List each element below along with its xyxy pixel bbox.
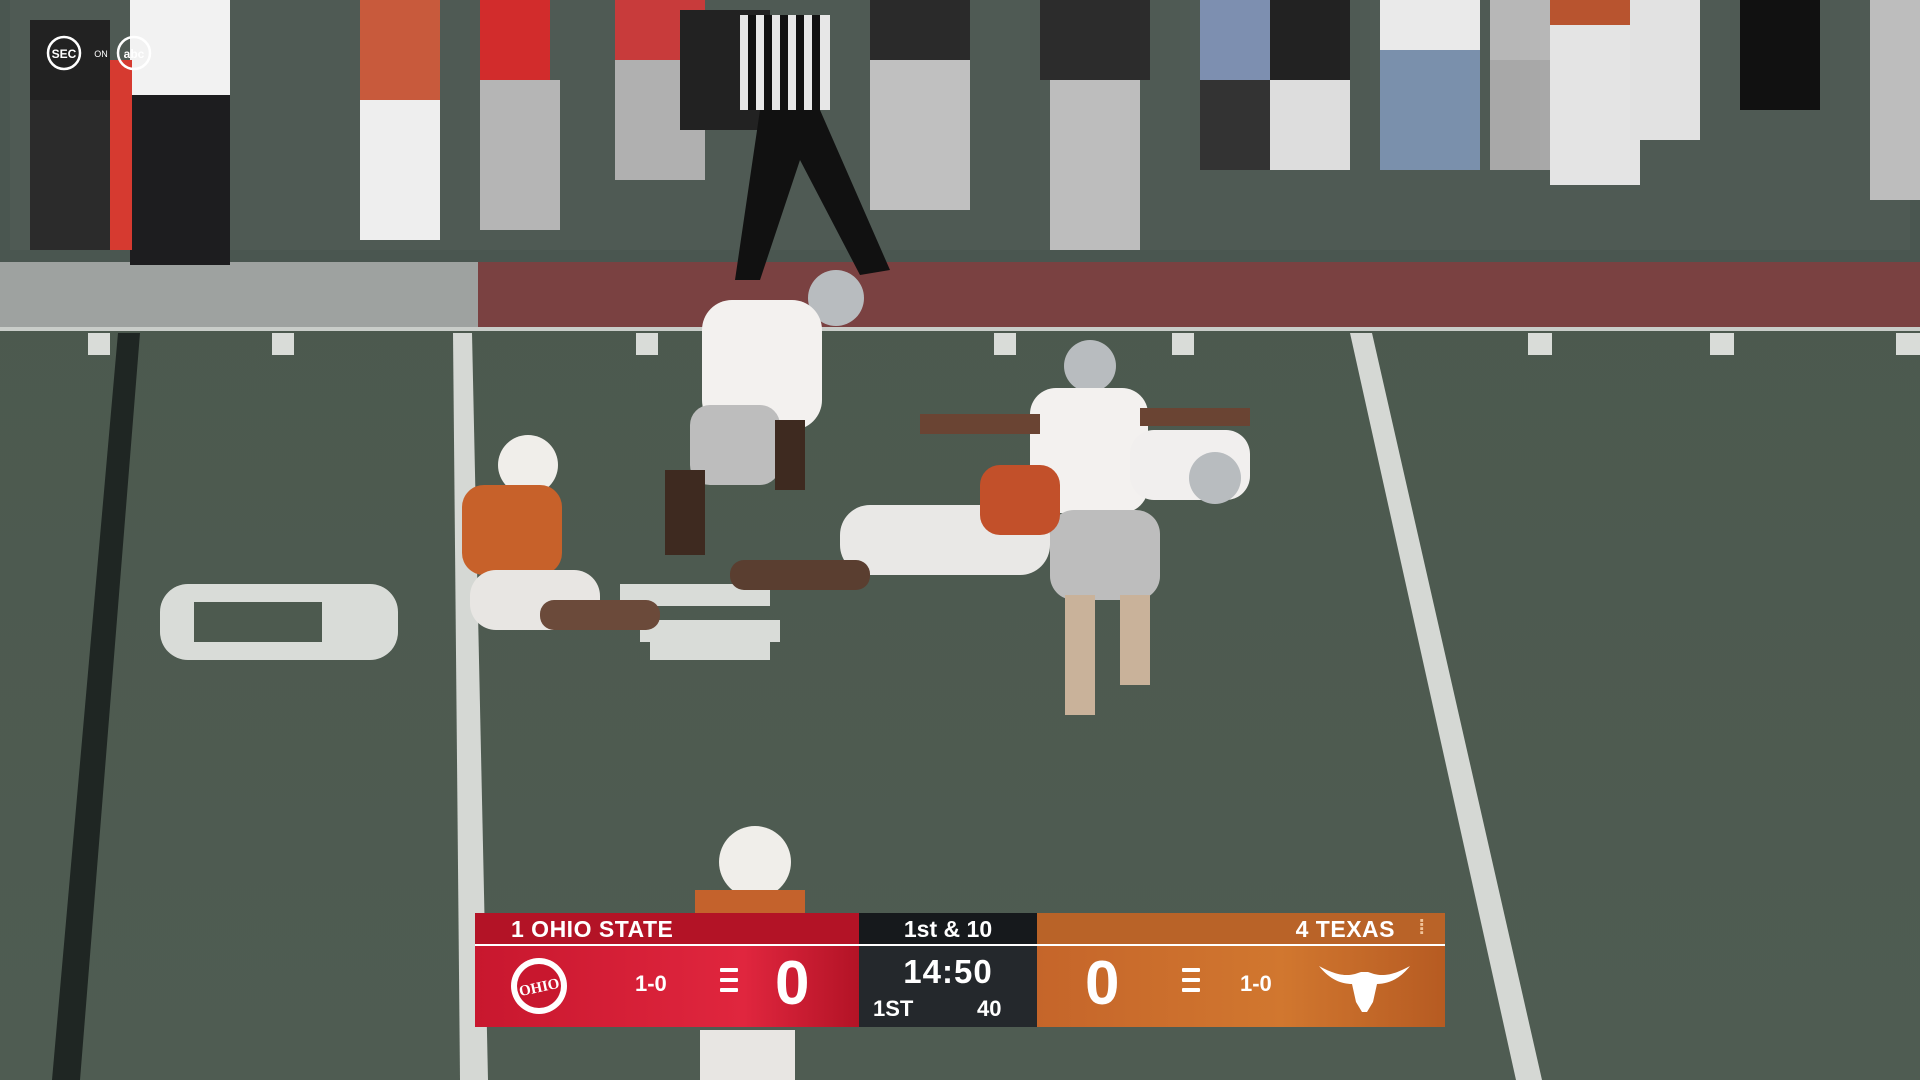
sec-logo-icon: SEC ON abc	[46, 35, 152, 71]
sideline-crowd	[10, 0, 1920, 280]
away-team-name: 4 TEXAS	[1295, 916, 1395, 942]
svg-text:SEC: SEC	[52, 47, 77, 61]
away-timeouts	[1182, 968, 1200, 998]
home-score: 0	[775, 949, 810, 1018]
quarter: 1ST	[873, 996, 914, 1021]
longhorn-logo-icon	[1319, 966, 1410, 1012]
away-record: 1-0	[1240, 971, 1272, 996]
home-team-name: 1 OHIO STATE	[511, 916, 674, 942]
svg-text:abc: abc	[124, 47, 145, 61]
home-record: 1-0	[635, 971, 667, 996]
home-timeouts	[720, 968, 738, 998]
svg-text:ON: ON	[94, 49, 108, 59]
sideline-maroon-strip	[478, 262, 1920, 328]
away-score: 0	[1085, 949, 1120, 1018]
game-clock: 14:50	[903, 953, 993, 990]
dots-icon: ⁞	[1418, 917, 1425, 939]
play-clock: 40	[977, 996, 1002, 1021]
scorebug: 1 OHIO STATE 1st & 10 4 TEXAS ⁞ OHIO 1-0…	[475, 913, 1445, 1029]
down-and-distance: 1st & 10	[903, 916, 993, 942]
ohio-state-logo-icon: OHIO	[511, 958, 567, 1014]
network-bug: SEC ON abc	[46, 35, 166, 71]
sideline-gray-strip	[0, 262, 478, 328]
broadcast-frame: SEC ON abc 1 OHIO STATE 1st & 10 4 TEXAS…	[0, 0, 1920, 1080]
